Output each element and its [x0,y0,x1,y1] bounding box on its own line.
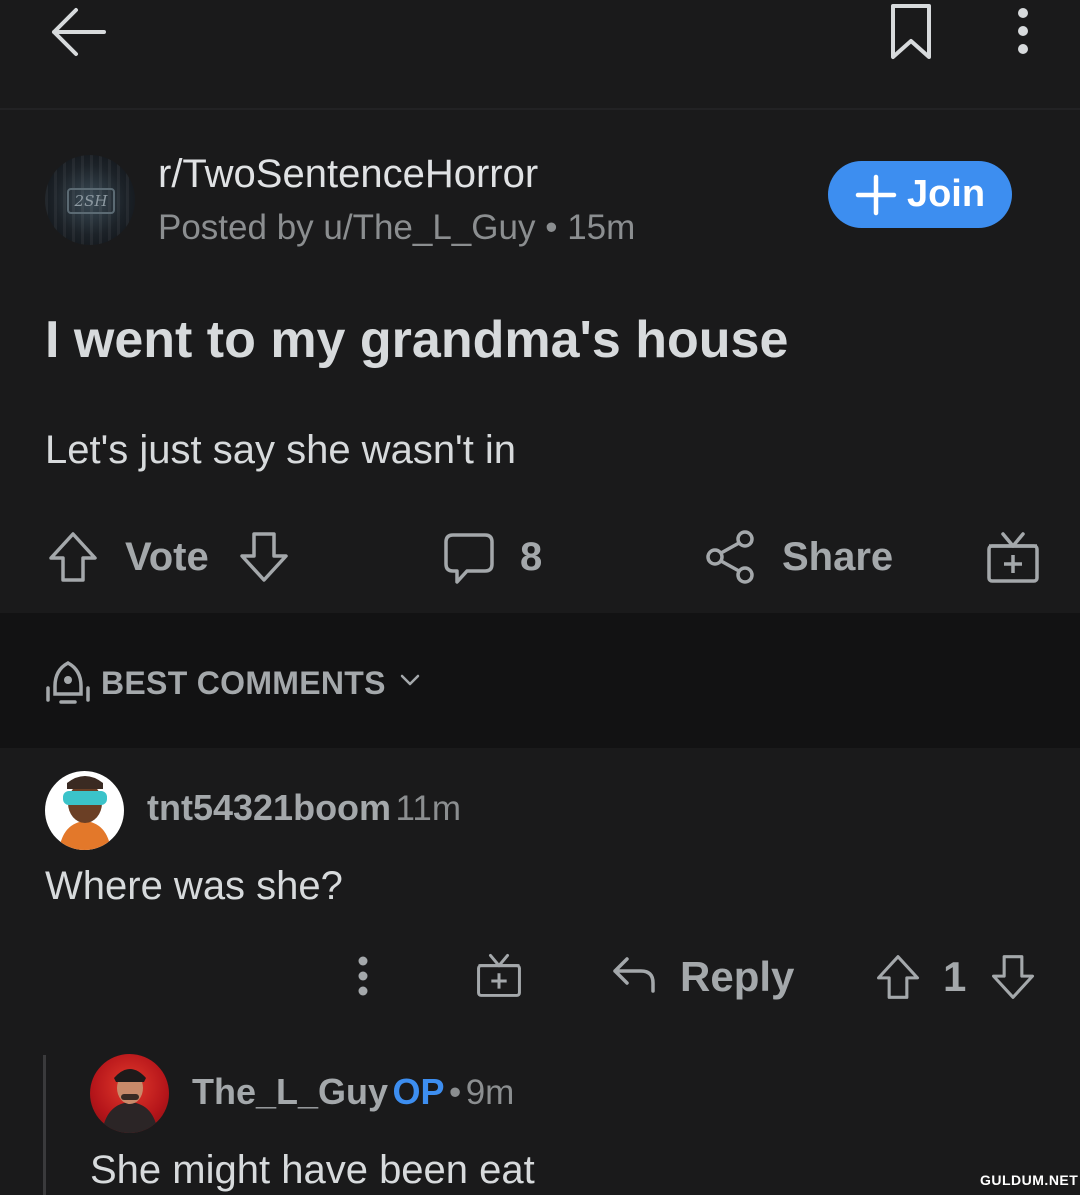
op-badge: OP [392,1071,445,1112]
meta-separator: • [448,1073,462,1112]
downvote-icon[interactable] [990,953,1036,1001]
sort-label[interactable]: BEST COMMENTS [101,665,386,702]
upvote-icon[interactable] [47,530,99,584]
post-meta: Posted by u/The_L_Guy • 15m [158,208,635,248]
join-label: Join [906,173,986,215]
join-button[interactable]: Join [828,161,1012,228]
comment-username[interactable]: The_L_Guy [192,1071,388,1112]
comment-header: tnt54321boom 11m [147,787,461,829]
comment-header: The_L_Guy OP • 9m [192,1071,514,1113]
meta-separator: • [545,208,558,247]
chevron-down-icon[interactable] [399,672,421,688]
watermark: GULDUM.NET [980,1172,1079,1188]
reply-icon[interactable] [611,953,657,995]
avatar[interactable] [90,1054,169,1133]
comment-body: Where was she? [45,864,343,908]
comment-body: She might have been eat [90,1148,535,1192]
thread-line[interactable] [43,1055,46,1195]
subreddit-avatar[interactable]: 2SH [45,155,135,245]
subreddit-avatar-text: 2SH [67,188,115,214]
comment-icon[interactable] [443,532,495,586]
subreddit-name[interactable]: r/TwoSentenceHorror [158,152,538,197]
arrow-left-icon[interactable] [48,6,108,58]
post-age: 15m [567,208,636,247]
comment-age: 9m [465,1073,515,1112]
reply-button[interactable]: Reply [680,953,794,1001]
comment-age: 11m [395,789,462,828]
award-icon[interactable] [476,952,522,998]
downvote-icon[interactable] [238,530,290,584]
rocket-icon [45,660,91,706]
more-vertical-icon[interactable] [351,955,375,997]
avatar[interactable] [45,771,124,850]
comment-score: 1 [943,953,967,1000]
upvote-icon[interactable] [875,953,921,1001]
bookmark-icon[interactable] [888,3,934,61]
comment-count[interactable]: 8 [520,535,542,580]
award-icon[interactable] [986,530,1040,584]
plus-icon [855,174,897,215]
more-vertical-icon[interactable] [1011,6,1035,56]
posted-by[interactable]: Posted by u/The_L_Guy [158,208,535,247]
vote-label: Vote [125,535,209,579]
post-title: I went to my grandma's house [45,311,789,369]
share-label[interactable]: Share [782,535,893,580]
comment-username[interactable]: tnt54321boom [147,787,391,828]
post-body: Let's just say she wasn't in [45,428,517,472]
share-icon[interactable] [705,530,757,584]
